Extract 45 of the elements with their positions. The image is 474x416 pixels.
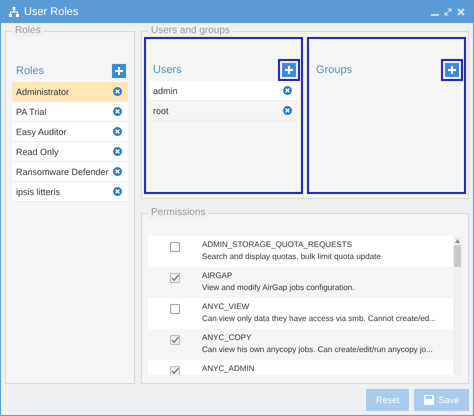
checkbox[interactable] [170, 273, 180, 283]
role-item[interactable]: ipsis litteris [12, 182, 128, 202]
permission-description: Search and display quotas, bulk limit quota update [202, 252, 381, 261]
list-heading: Groups [316, 64, 352, 76]
add-button[interactable] [282, 63, 296, 77]
add-button[interactable] [112, 64, 126, 78]
remove-icon[interactable] [283, 106, 292, 115]
permission-name: ANYC_COPY [202, 333, 252, 342]
role-item[interactable]: Easy Auditor [12, 122, 128, 142]
permission-name: ANYC_ADMIN [202, 364, 254, 373]
checkbox[interactable] [170, 335, 180, 345]
permission-name: ADMIN_STORAGE_QUOTA_REQUESTS [202, 240, 353, 249]
remove-icon[interactable] [113, 127, 122, 136]
role-item[interactable]: Ransomware Defender [12, 162, 128, 182]
role-item[interactable]: PA Trial [12, 102, 128, 122]
scroll-up-icon[interactable] [455, 239, 460, 243]
permission-description: Can view his own anycopy jobs. Can create/edit/run anycopy jo... [202, 345, 433, 354]
permission-name: AIRGAP [202, 271, 234, 280]
maximize-icon[interactable] [444, 8, 452, 16]
list-heading: Roles [16, 65, 44, 77]
checkbox[interactable] [170, 242, 180, 252]
panel-legend: Users and groups [148, 25, 233, 37]
scrollbar[interactable] [453, 236, 462, 375]
remove-icon[interactable] [113, 167, 122, 176]
permission-description: View and modify AirGap jobs configuration. [202, 283, 354, 292]
permission-description: Can view only data they have access via smb. Cannot create/ed... [202, 314, 436, 323]
permission-name: ANYC_VIEW [202, 302, 250, 311]
list-heading: Users [153, 64, 182, 76]
panel-legend: Roles [12, 25, 44, 37]
remove-icon[interactable] [283, 86, 292, 95]
remove-icon[interactable] [113, 147, 122, 156]
scrollbar-thumb[interactable] [454, 245, 461, 267]
add-button[interactable] [445, 63, 459, 77]
checkbox[interactable] [170, 366, 180, 375]
role-item[interactable]: Read Only [12, 142, 128, 162]
remove-icon[interactable] [113, 107, 122, 116]
window-title: User Roles [24, 6, 78, 18]
close-icon[interactable] [457, 8, 465, 16]
panel-legend: Permissions [148, 207, 208, 219]
hierarchy-icon [9, 7, 19, 17]
remove-icon[interactable] [113, 187, 122, 196]
role-item[interactable]: Administrator [12, 82, 128, 102]
remove-icon[interactable] [113, 87, 122, 96]
user-item[interactable]: admin [149, 81, 298, 101]
checkbox[interactable] [170, 304, 180, 314]
